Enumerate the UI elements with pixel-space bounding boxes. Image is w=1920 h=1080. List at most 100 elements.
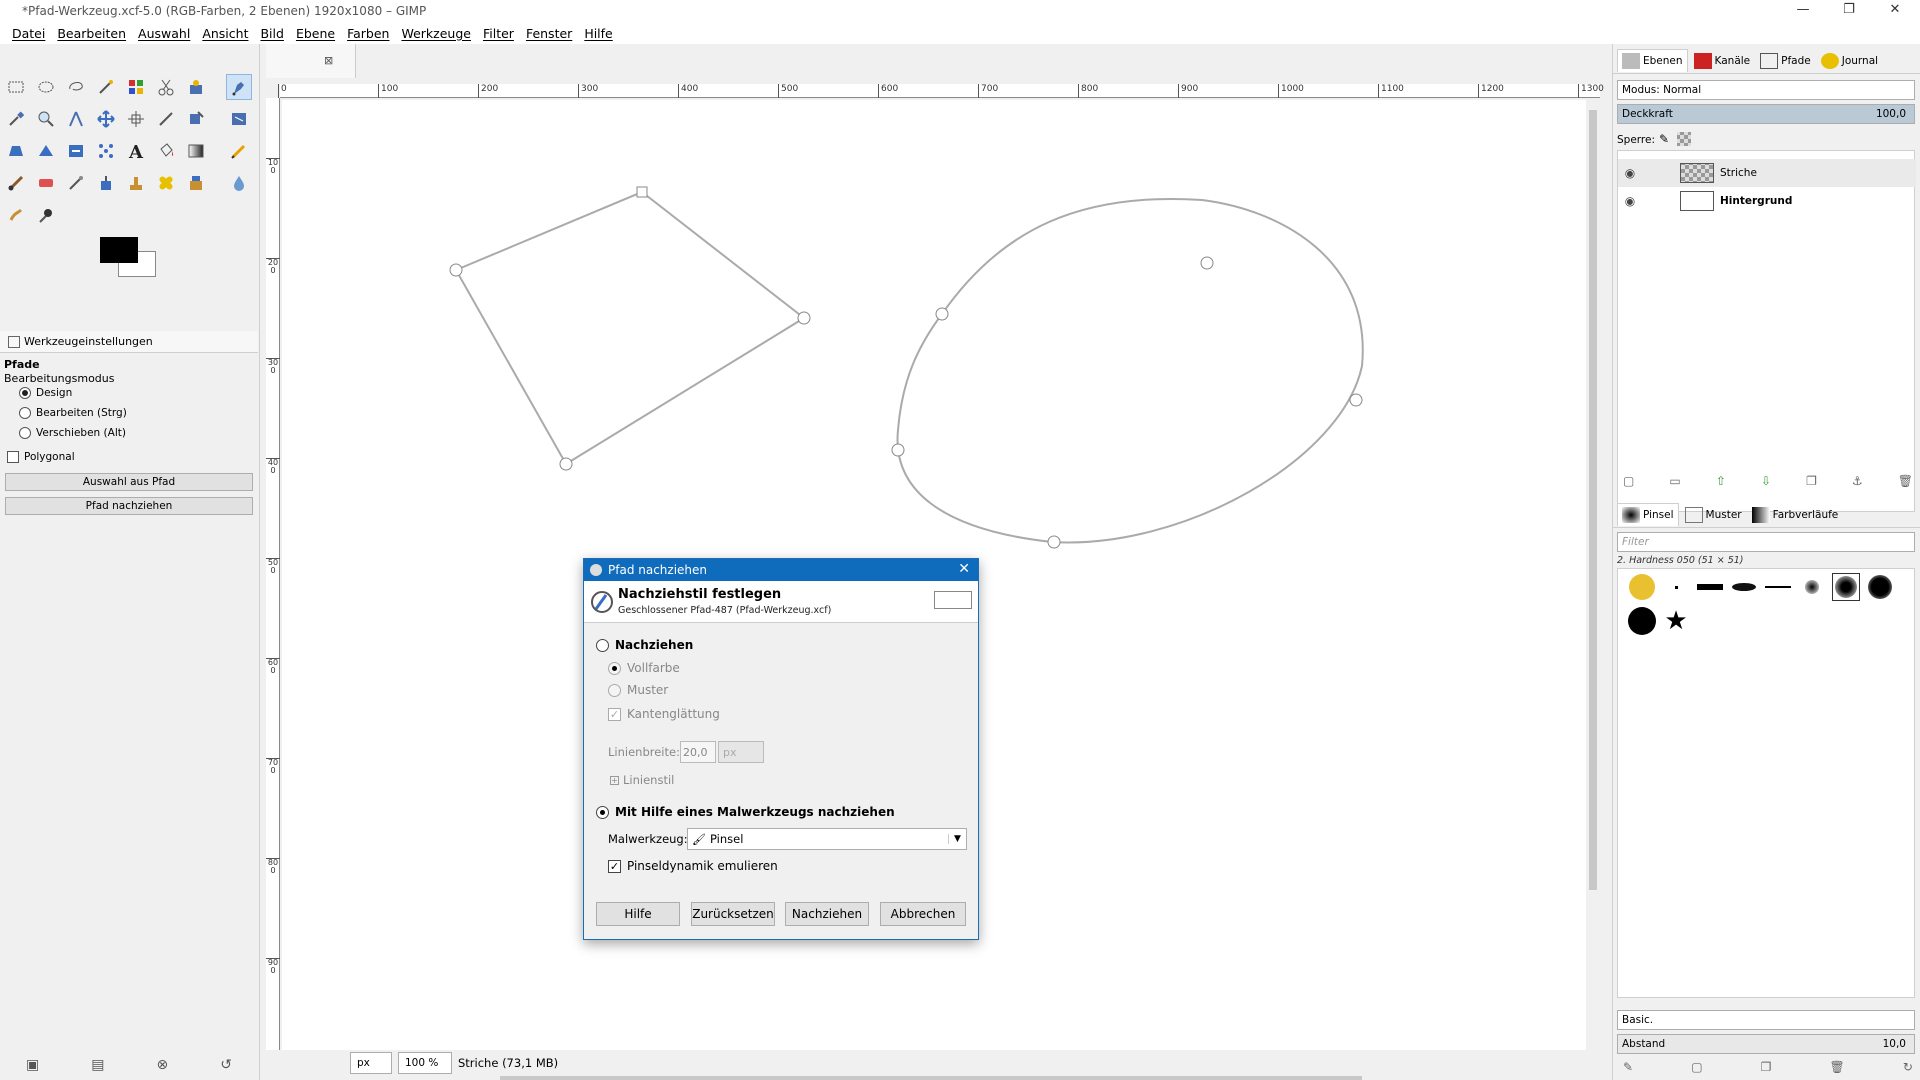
paint-tool-select[interactable]: 🖌 Pinsel ▼ — [687, 828, 967, 850]
text-tool[interactable]: A — [123, 138, 149, 164]
restore-options-icon[interactable]: ▤ — [91, 1057, 104, 1073]
dialog-close-icon[interactable]: ✕ — [958, 561, 970, 577]
measure-tool[interactable] — [63, 106, 89, 132]
align-tool[interactable] — [123, 106, 149, 132]
quad-anchor[interactable] — [449, 263, 463, 277]
stroke-path-button[interactable]: Pfad nachziehen — [5, 497, 253, 515]
new-layer-icon[interactable]: ▢ — [1623, 474, 1634, 488]
tab-paths[interactable]: Pfade — [1756, 50, 1815, 72]
emulate-dynamics-checkbox[interactable]: ✓ Pinseldynamik emulieren — [608, 859, 778, 873]
smudge-tool[interactable] — [3, 202, 29, 228]
menu-bild[interactable]: Bild — [254, 26, 289, 41]
delete-brush-icon[interactable]: 🗑 — [1830, 1060, 1845, 1074]
ellipse-select-tool[interactable] — [33, 74, 59, 100]
edit-brush-icon[interactable]: ✎ — [1623, 1060, 1633, 1074]
tab-patterns[interactable]: Muster — [1681, 504, 1746, 526]
vertical-scrollbar[interactable] — [1586, 100, 1600, 1070]
unit-select[interactable]: px — [350, 1052, 392, 1074]
line-width-input[interactable]: 20,0 — [680, 741, 716, 763]
crop-tool[interactable] — [153, 106, 179, 132]
brush-item[interactable] — [1628, 573, 1656, 601]
foreground-select-tool[interactable] — [183, 74, 209, 100]
refresh-brushes-icon[interactable]: ↻ — [1903, 1060, 1913, 1074]
perspective-clone-tool[interactable] — [183, 170, 209, 196]
pattern-radio[interactable]: Muster — [608, 683, 668, 697]
help-button[interactable]: Hilfe — [596, 902, 680, 926]
tab-brushes[interactable]: Pinsel — [1617, 503, 1679, 526]
brush-filter-input[interactable]: Filter — [1617, 532, 1915, 552]
tool-options-tab[interactable]: Werkzeugeinstellungen — [0, 331, 258, 353]
close-window-button[interactable]: ✕ — [1872, 0, 1918, 22]
stroke-button[interactable]: Nachziehen — [785, 902, 869, 926]
solid-color-radio[interactable]: Vollfarbe — [608, 661, 680, 675]
fuzzy-select-tool[interactable] — [93, 74, 119, 100]
menu-ansicht[interactable]: Ansicht — [196, 26, 254, 41]
rect-select-tool[interactable] — [3, 74, 29, 100]
stroke-line-radio[interactable]: Nachziehen — [596, 638, 693, 652]
layer-row-hintergrund[interactable]: ◉ Hintergrund — [1618, 187, 1916, 215]
free-select-tool[interactable] — [63, 74, 89, 100]
brush-item[interactable] — [1628, 607, 1656, 635]
menu-werkzeuge[interactable]: Werkzeuge — [395, 26, 477, 41]
brush-item[interactable]: ★ — [1662, 606, 1690, 636]
menu-datei[interactable]: Datei — [6, 26, 51, 41]
spacing-slider[interactable]: Abstand 10,0 — [1617, 1034, 1915, 1054]
cancel-button[interactable]: Abbrechen — [880, 902, 966, 926]
airbrush-tool[interactable] — [63, 170, 89, 196]
brush-item[interactable] — [1696, 573, 1724, 601]
close-image-tab-icon[interactable]: ⊠ — [324, 54, 333, 67]
brush-item[interactable] — [1764, 573, 1792, 601]
reset-button[interactable]: Zurücksetzen — [691, 902, 775, 926]
unified-transform-tool[interactable] — [183, 106, 209, 132]
warp-transform-tool[interactable] — [226, 106, 252, 132]
delete-options-icon[interactable]: ⊗ — [157, 1057, 169, 1073]
tab-journal[interactable]: Journal — [1817, 50, 1882, 72]
antialiasing-checkbox[interactable]: ✓ Kantenglättung — [608, 707, 720, 721]
tab-gradients[interactable]: Farbverläufe — [1748, 504, 1843, 526]
visibility-eye-icon[interactable]: ◉ — [1618, 166, 1642, 180]
paths-tool[interactable] — [226, 74, 252, 100]
move-tool[interactable] — [93, 106, 119, 132]
brush-item[interactable] — [1866, 573, 1894, 601]
zoom-tool[interactable] — [33, 106, 59, 132]
flip-tool[interactable] — [63, 138, 89, 164]
layer-mode-select[interactable]: Modus: Normal — [1617, 80, 1915, 100]
polygonal-checkbox[interactable]: Polygonal — [7, 451, 75, 463]
tab-channels[interactable]: Kanäle — [1690, 50, 1755, 72]
gradient-tool[interactable] — [183, 138, 209, 164]
menu-bearbeiten[interactable]: Bearbeiten — [51, 26, 132, 41]
brush-item[interactable] — [1730, 573, 1758, 601]
select-by-color-tool[interactable] — [123, 74, 149, 100]
brush-item-selected[interactable] — [1832, 573, 1860, 601]
heal-tool[interactable] — [153, 170, 179, 196]
duplicate-brush-icon[interactable]: ❐ — [1761, 1060, 1772, 1074]
quad-anchor[interactable] — [559, 457, 573, 471]
pencil-tool[interactable] — [226, 138, 252, 164]
ellipse-anchor[interactable] — [1349, 393, 1363, 407]
foreground-color[interactable] — [100, 237, 138, 263]
menu-hilfe[interactable]: Hilfe — [578, 26, 618, 41]
3d-transform-tool[interactable] — [33, 138, 59, 164]
brush-item[interactable] — [1798, 573, 1826, 601]
eraser-tool[interactable] — [33, 170, 59, 196]
mode-move-radio[interactable]: Verschieben (Alt) — [19, 427, 126, 439]
lock-pixels-icon[interactable]: ✎ — [1659, 132, 1669, 146]
zoom-select[interactable]: 100 % — [398, 1052, 452, 1074]
scissors-select-tool[interactable] — [153, 74, 179, 100]
ellipse-anchor[interactable] — [1047, 535, 1061, 549]
line-width-unit-select[interactable]: px — [718, 741, 764, 763]
dodge-burn-tool[interactable] — [33, 202, 59, 228]
visibility-eye-icon[interactable]: ◉ — [1618, 194, 1642, 208]
paintbrush-tool[interactable] — [3, 170, 29, 196]
new-group-icon[interactable]: ▭ — [1669, 474, 1680, 488]
ink-tool[interactable] — [93, 170, 119, 196]
menu-filter[interactable]: Filter — [477, 26, 520, 41]
menu-fenster[interactable]: Fenster — [520, 26, 578, 41]
delete-layer-icon[interactable]: 🗑 — [1898, 474, 1913, 488]
paint-tool-radio[interactable]: Mit Hilfe eines Malwerkzeugs nachziehen — [596, 805, 895, 819]
brush-preset-select[interactable]: Basic. — [1617, 1010, 1915, 1030]
ellipse-anchor[interactable] — [935, 307, 949, 321]
menu-farben[interactable]: Farben — [341, 26, 395, 41]
vertical-scroll-thumb[interactable] — [1589, 110, 1597, 890]
reset-options-icon[interactable]: ↺ — [220, 1057, 232, 1073]
